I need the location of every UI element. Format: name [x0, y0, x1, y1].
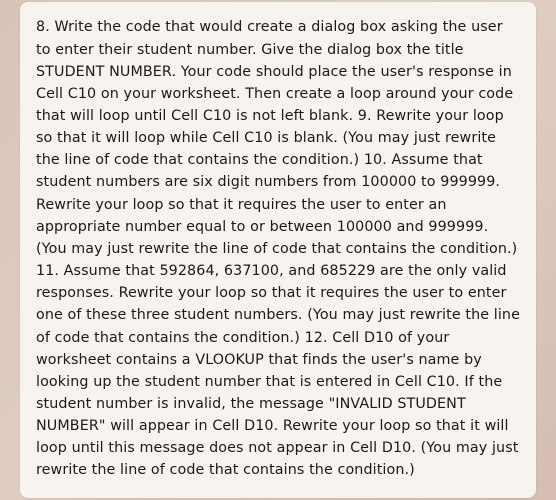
document-body: 8. Write the code that would create a di… — [36, 16, 520, 481]
document-card: 8. Write the code that would create a di… — [20, 2, 536, 497]
